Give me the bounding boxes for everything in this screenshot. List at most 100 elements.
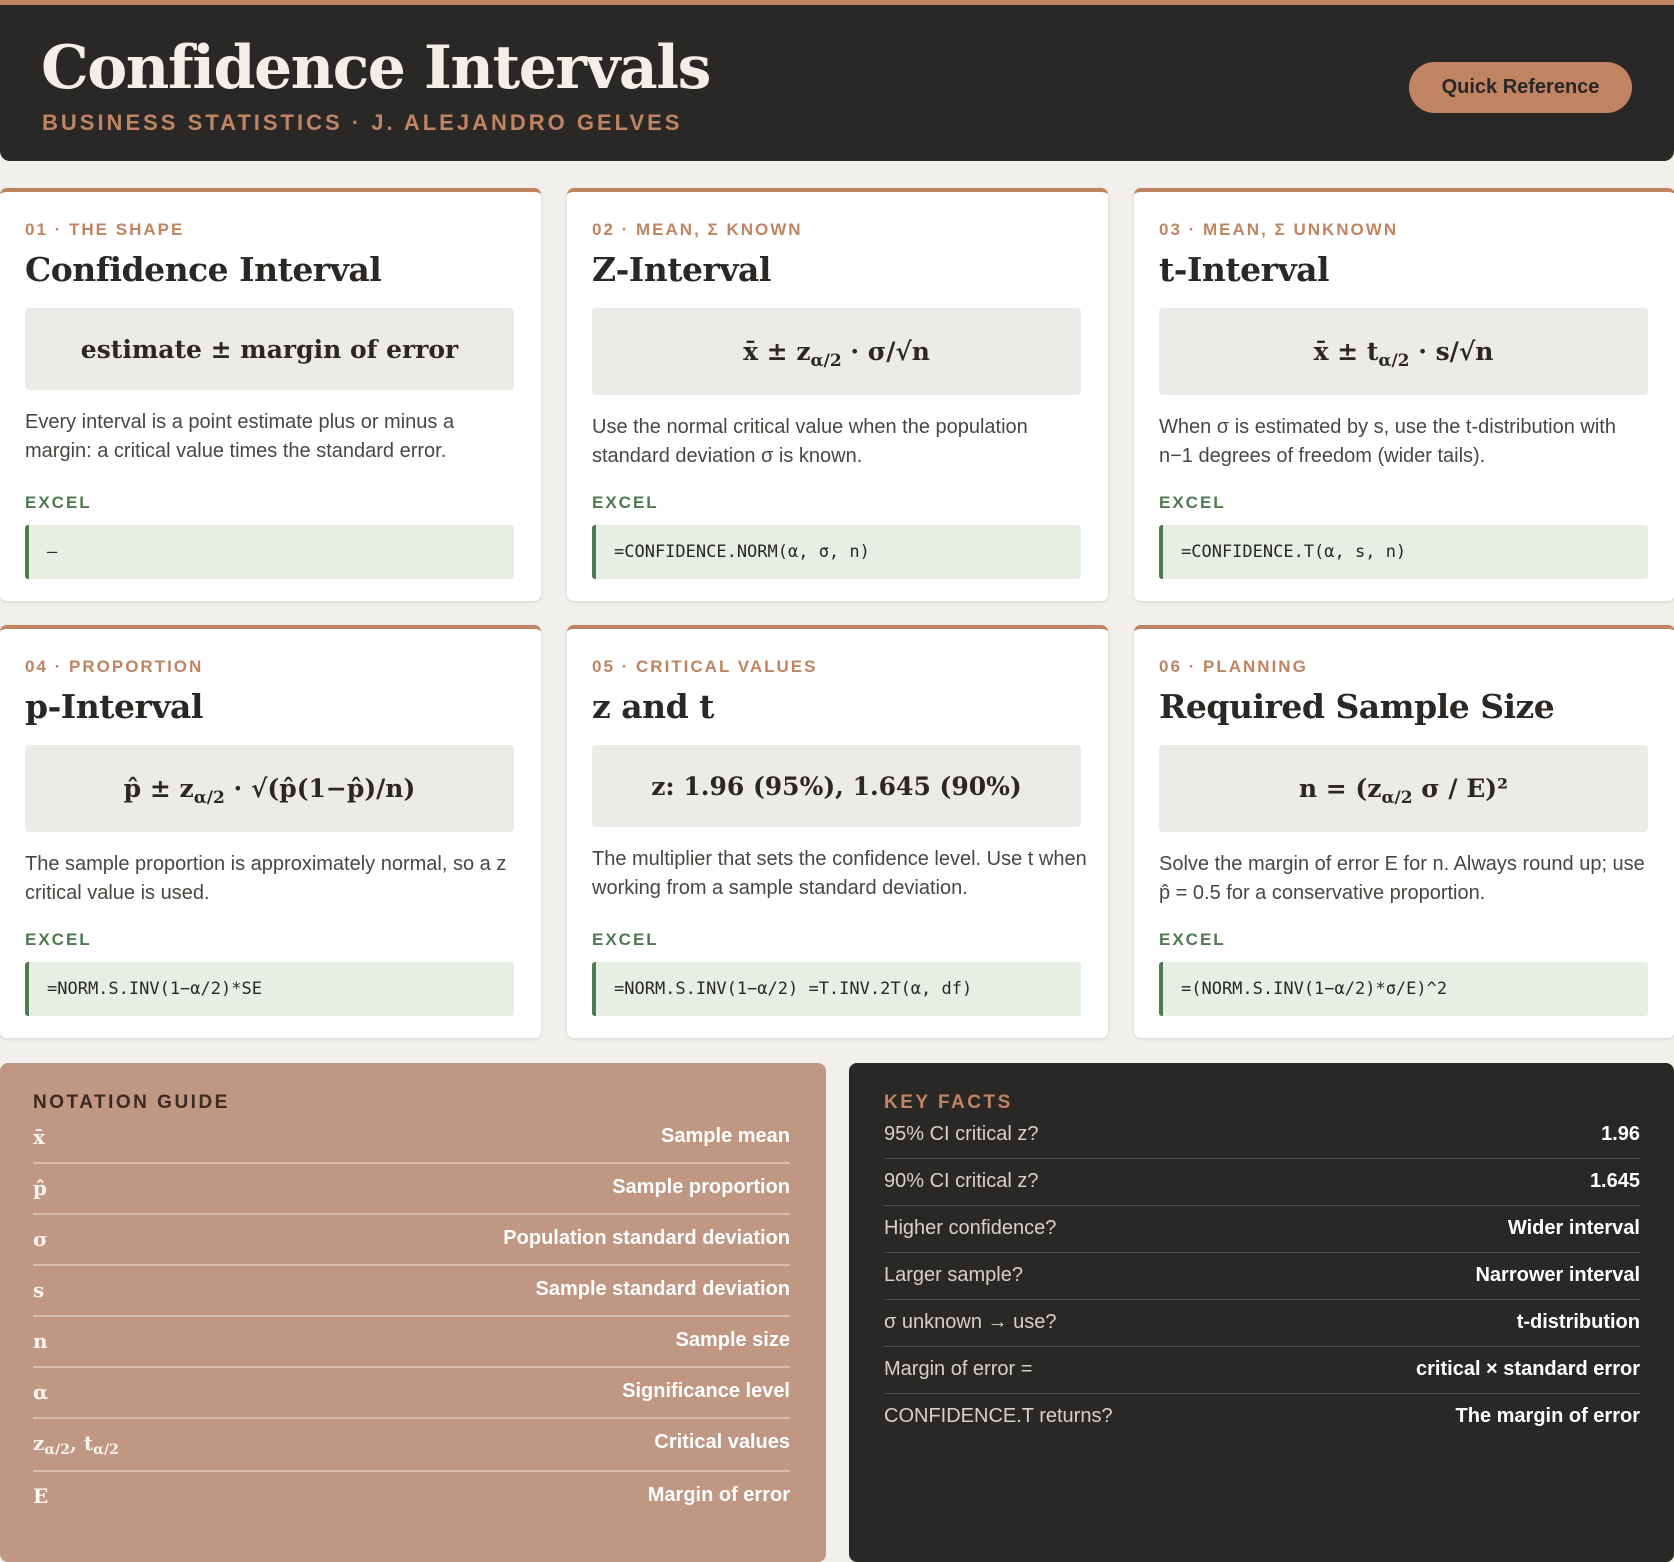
notation-meaning: Margin of error — [647, 1484, 790, 1506]
card-title: z and t — [592, 687, 714, 726]
card-title: Required Sample Size — [1159, 687, 1555, 726]
card-title: Z-Interval — [592, 250, 771, 289]
page-header: Confidence Intervals BUSINESS STATISTICS… — [0, 0, 1674, 161]
card-z-interval: 02 · MEAN, Σ KNOWN Z-Interval x̄ ± zα/2 … — [567, 188, 1108, 601]
card-kicker: 02 · MEAN, Σ KNOWN — [592, 220, 803, 239]
fact-row: 90% CI critical z? 1.645 — [884, 1159, 1640, 1206]
notation-meaning: Population standard deviation — [503, 1227, 790, 1249]
excel-formula: =NORM.S.INV(1−α/2) =T.INV.2T(α, df) — [592, 962, 1081, 1016]
excel-label: EXCEL — [592, 493, 659, 512]
card-critical-values: 05 · CRITICAL VALUES z and t z: 1.96 (95… — [567, 625, 1108, 1038]
formula-text: p̂ ± zα/2 · √(p̂(1−p̂)/n) — [123, 774, 416, 808]
excel-label: EXCEL — [25, 493, 92, 512]
notation-symbol: s — [33, 1278, 45, 1302]
card-p-interval: 04 · PROPORTION p-Interval p̂ ± zα/2 · √… — [0, 625, 541, 1038]
card-kicker: 03 · MEAN, Σ UNKNOWN — [1159, 220, 1399, 239]
card-description: Every interval is a point estimate plus … — [25, 411, 455, 462]
fact-answer: 1.96 — [1601, 1123, 1640, 1145]
notation-row: p̂ Sample proportion — [33, 1164, 790, 1215]
notation-symbol: x̄ — [33, 1125, 45, 1149]
formula-text: estimate ± margin of error — [80, 334, 459, 364]
fact-answer: critical × standard error — [1416, 1358, 1640, 1380]
fact-answer: 1.645 — [1589, 1170, 1640, 1192]
formula-box: z: 1.96 (95%), 1.645 (90%) — [592, 745, 1081, 827]
fact-answer: t-distribution — [1516, 1311, 1640, 1333]
notation-meaning: Critical values — [654, 1431, 790, 1453]
notation-meaning: Sample mean — [661, 1125, 790, 1147]
notation-row: zα/2, tα/2 Critical values — [33, 1419, 790, 1472]
formula-box: x̄ ± zα/2 · σ/√n — [592, 308, 1081, 395]
notation-symbol: p̂ — [33, 1176, 47, 1200]
notation-symbol: n — [33, 1329, 48, 1353]
fact-question: Higher confidence? — [884, 1217, 1057, 1239]
notation-meaning: Sample size — [675, 1329, 790, 1351]
card-description: Use the normal critical value when the p… — [592, 416, 1028, 467]
quick-reference-button[interactable]: Quick Reference — [1409, 62, 1632, 113]
card-t-interval: 03 · MEAN, Σ UNKNOWN t-Interval x̄ ± tα/… — [1134, 188, 1674, 601]
fact-question: CONFIDENCE.T returns? — [884, 1405, 1113, 1427]
key-facts-title: KEY FACTS — [884, 1092, 1013, 1113]
notation-symbol: α — [33, 1380, 49, 1404]
notation-row: x̄ Sample mean — [33, 1113, 790, 1164]
card-title: Confidence Interval — [25, 250, 382, 289]
fact-row: Larger sample? Narrower interval — [884, 1253, 1640, 1300]
key-facts-panel: KEY FACTS 95% CI critical z? 1.96 90% CI… — [849, 1063, 1674, 1562]
page-subtitle: BUSINESS STATISTICS · J. ALEJANDRO GELVE… — [42, 110, 683, 135]
fact-answer: The margin of error — [1455, 1405, 1640, 1427]
excel-label: EXCEL — [1159, 493, 1226, 512]
formula-box: p̂ ± zα/2 · √(p̂(1−p̂)/n) — [25, 745, 514, 832]
card-kicker: 05 · CRITICAL VALUES — [592, 657, 818, 676]
notation-row: E Margin of error — [33, 1472, 790, 1523]
fact-question: Margin of error = — [884, 1358, 1033, 1380]
card-sample-size: 06 · PLANNING Required Sample Size n = (… — [1134, 625, 1674, 1038]
excel-formula: — — [25, 525, 514, 579]
card-description: The sample proportion is approximately n… — [25, 853, 507, 904]
notation-guide-title: NOTATION GUIDE — [33, 1092, 230, 1113]
card-kicker: 04 · PROPORTION — [25, 657, 204, 676]
fact-question: 90% CI critical z? — [884, 1170, 1039, 1192]
card-kicker: 01 · THE SHAPE — [25, 220, 185, 239]
fact-row: Higher confidence? Wider interval — [884, 1206, 1640, 1253]
formula-box: n = (zα/2 σ / E)² — [1159, 745, 1648, 832]
notation-row: n Sample size — [33, 1317, 790, 1368]
formula-text: z: 1.96 (95%), 1.645 (90%) — [651, 771, 1022, 801]
fact-answer: Wider interval — [1507, 1217, 1640, 1239]
fact-row: CONFIDENCE.T returns? The margin of erro… — [884, 1394, 1640, 1441]
notation-symbol: zα/2, tα/2 — [33, 1431, 119, 1458]
fact-question: 95% CI critical z? — [884, 1123, 1039, 1145]
notation-row: σ Population standard deviation — [33, 1215, 790, 1266]
fact-row: 95% CI critical z? 1.96 — [884, 1112, 1640, 1159]
excel-formula: =CONFIDENCE.NORM(α, σ, n) — [592, 525, 1081, 579]
page-title: Confidence Intervals — [41, 33, 711, 103]
card-description: When σ is estimated by s, use the t-dist… — [1159, 416, 1616, 467]
excel-formula: =(NORM.S.INV(1−α/2)*σ/E)^2 — [1159, 962, 1648, 1016]
card-kicker: 06 · PLANNING — [1159, 657, 1308, 676]
fact-answer: Narrower interval — [1475, 1264, 1640, 1286]
formula-text: x̄ ± zα/2 · σ/√n — [743, 337, 930, 371]
formula-box: x̄ ± tα/2 · s/√n — [1159, 308, 1648, 395]
excel-label: EXCEL — [592, 930, 659, 949]
card-description: The multiplier that sets the confidence … — [592, 848, 1087, 899]
notation-meaning: Significance level — [622, 1380, 790, 1402]
card-description: Solve the margin of error E for n. Alway… — [1159, 853, 1645, 904]
fact-question: Larger sample? — [884, 1264, 1023, 1286]
card-title: p-Interval — [25, 687, 203, 726]
fact-row: Margin of error = critical × standard er… — [884, 1347, 1640, 1394]
excel-formula: =CONFIDENCE.T(α, s, n) — [1159, 525, 1648, 579]
excel-formula: =NORM.S.INV(1−α/2)*SE — [25, 962, 514, 1016]
notation-row: s Sample standard deviation — [33, 1266, 790, 1317]
fact-row: σ unknown → use? t-distribution — [884, 1300, 1640, 1347]
excel-label: EXCEL — [1159, 930, 1226, 949]
card-confidence-interval: 01 · THE SHAPE Confidence Interval estim… — [0, 188, 541, 601]
notation-row: α Significance level — [33, 1368, 790, 1419]
formula-box: estimate ± margin of error — [25, 308, 514, 390]
excel-label: EXCEL — [25, 930, 92, 949]
notation-guide-panel: NOTATION GUIDE x̄ Sample mean p̂ Sample … — [0, 1063, 826, 1562]
formula-text: x̄ ± tα/2 · s/√n — [1313, 337, 1494, 371]
notation-symbol: E — [33, 1484, 49, 1508]
fact-question: σ unknown → use? — [884, 1311, 1057, 1333]
formula-text: n = (zα/2 σ / E)² — [1298, 774, 1509, 808]
card-title: t-Interval — [1159, 250, 1330, 289]
notation-meaning: Sample proportion — [612, 1176, 790, 1198]
notation-symbol: σ — [33, 1227, 48, 1251]
